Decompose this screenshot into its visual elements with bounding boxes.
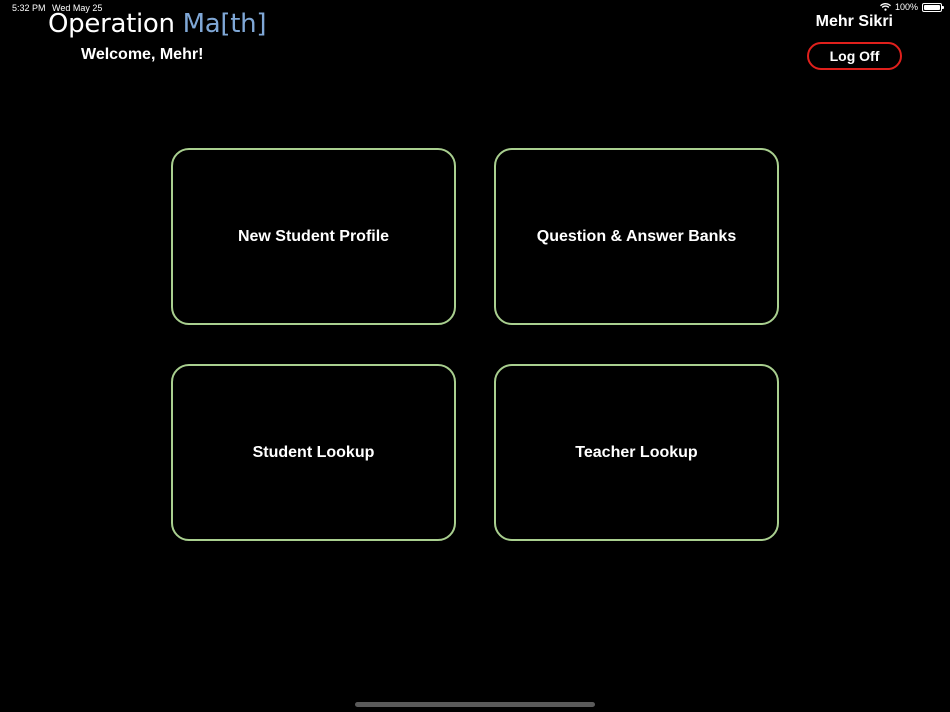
user-name: Mehr Sikri: [815, 13, 893, 30]
app-title-main: Operation: [48, 9, 183, 39]
battery-percent: 100%: [894, 2, 918, 12]
status-time: 5:32 PM: [12, 3, 46, 13]
wifi-icon: [880, 3, 891, 11]
teacher-lookup-tile[interactable]: Teacher Lookup: [494, 364, 779, 541]
new-student-profile-tile[interactable]: New Student Profile: [171, 148, 456, 325]
battery-icon: [922, 2, 944, 12]
question-answer-banks-tile[interactable]: Question & Answer Banks: [494, 148, 779, 325]
battery-fill: [924, 4, 940, 10]
log-off-button[interactable]: Log Off: [807, 42, 902, 70]
student-lookup-tile[interactable]: Student Lookup: [171, 364, 456, 541]
app-title-accent: Ma[th]: [182, 9, 267, 39]
status-indicators: 100%: [880, 2, 944, 12]
app-title: Operation Ma[th]: [48, 9, 266, 39]
home-indicator[interactable]: [355, 702, 595, 707]
welcome-message: Welcome, Mehr!: [81, 46, 204, 63]
